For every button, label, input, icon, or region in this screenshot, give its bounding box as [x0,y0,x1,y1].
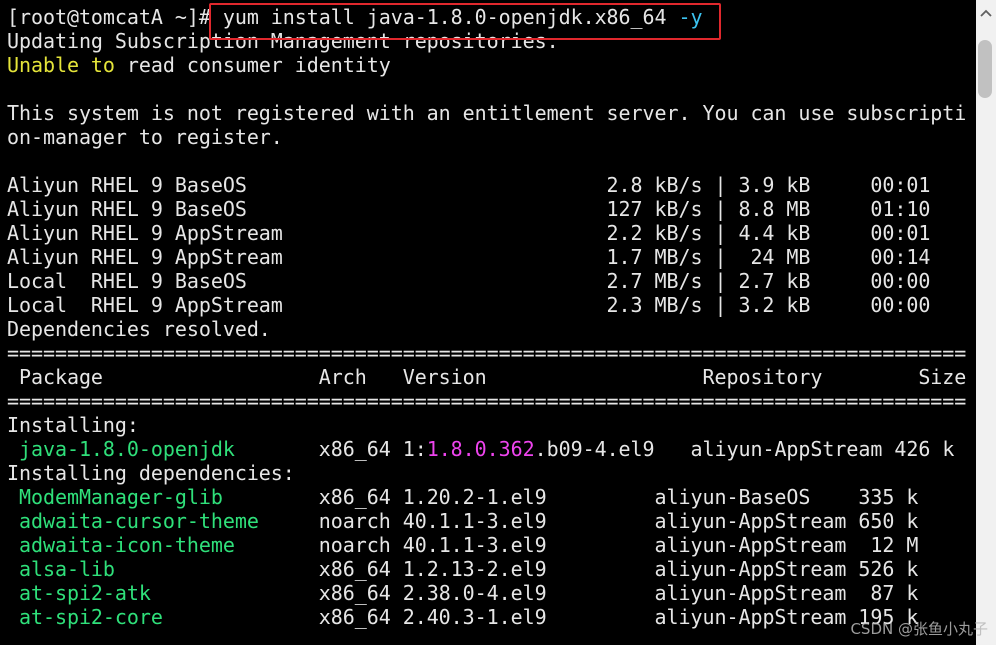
scroll-thumb[interactable] [978,40,992,98]
package-name: adwaita-icon-theme [7,533,235,557]
dependency-row: at-spi2-atk x86_64 2.38.0-4.el9 aliyun-A… [7,581,919,605]
deps-resolved-line: Dependencies resolved. [7,317,271,341]
terminal-window[interactable]: [root@tomcatA ~]# yum install java-1.8.0… [0,0,976,645]
shell-prompt: [root@tomcatA ~]# [7,5,223,29]
output-line: Unable to read consumer identity [7,53,391,77]
repo-line: Aliyun RHEL 9 BaseOS 127 kB/s | 8.8 MB 0… [7,197,931,221]
repo-line: Aliyun RHEL 9 AppStream 1.7 MB/s | 24 MB… [7,245,931,269]
repo-line: Aliyun RHEL 9 AppStream 2.2 kB/s | 4.4 k… [7,221,931,245]
installing-label: Installing: [7,413,139,437]
repo-line: Local RHEL 9 AppStream 2.3 MB/s | 3.2 kB… [7,293,931,317]
installing-deps-label: Installing dependencies: [7,461,295,485]
separator-line: ========================================… [7,389,967,413]
package-name: at-spi2-core [7,605,163,629]
watermark: CSDN @张鱼小丸子 [850,620,988,638]
repo-line: Aliyun RHEL 9 BaseOS 2.8 kB/s | 3.9 kB 0… [7,173,931,197]
dependency-row: adwaita-cursor-theme noarch 40.1.1-3.el9… [7,509,919,533]
dependency-row: alsa-lib x86_64 1.2.13-2.el9 aliyun-AppS… [7,557,919,581]
vertical-scrollbar[interactable] [976,0,996,645]
package-name: java-1.8.0-openjdk [7,437,235,461]
package-name: at-spi2-atk [7,581,151,605]
scroll-up-button[interactable] [976,0,996,26]
table-header: Package Arch Version Repository Size [7,365,967,389]
version-highlight: 1.8.0.362 [426,437,535,461]
terminal-output: [root@tomcatA ~]# yum install java-1.8.0… [7,5,966,629]
package-name: adwaita-cursor-theme [7,509,259,533]
separator-line: ========================================… [7,341,967,365]
output-line: on-manager to register. [7,125,283,149]
dependency-row: adwaita-icon-theme noarch 40.1.1-3.el9 a… [7,533,919,557]
package-name: alsa-lib [7,557,115,581]
chevron-up-icon [980,9,992,17]
command-highlight-box [209,3,721,40]
dependency-row: ModemManager-glib x86_64 1.20.2-1.el9 al… [7,485,919,509]
package-row: java-1.8.0-openjdk x86_64 1:1.8.0.362.b0… [7,437,955,461]
output-line: This system is not registered with an en… [7,101,967,125]
package-name: ModemManager-glib [7,485,223,509]
warning-text: Unable to [7,53,115,77]
dependency-row: at-spi2-core x86_64 2.40.3-1.el9 aliyun-… [7,605,919,629]
repo-line: Local RHEL 9 BaseOS 2.7 MB/s | 2.7 kB 00… [7,269,931,293]
